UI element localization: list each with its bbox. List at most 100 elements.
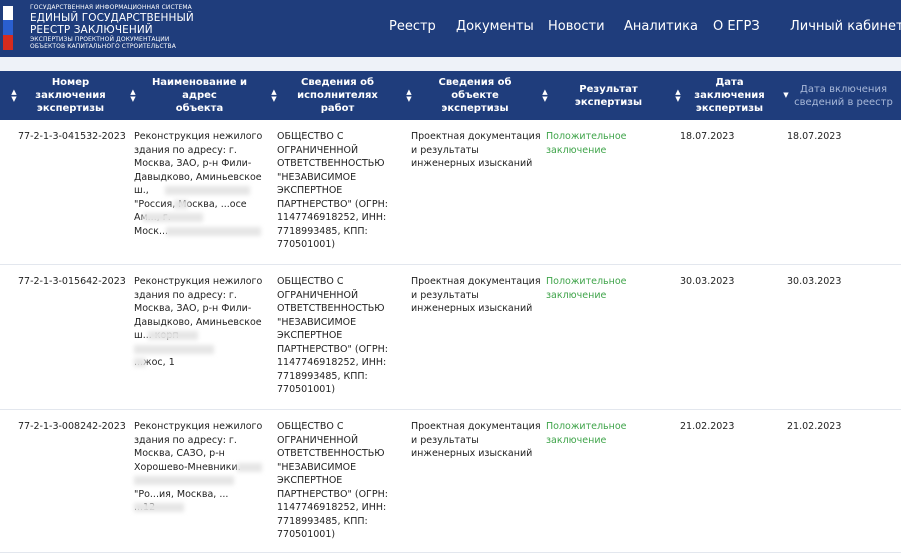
cell-line: 7718993485, КПП: (277, 515, 368, 527)
cell-result: Положительное заключение (546, 420, 627, 447)
column-header-object-line1: Сведения об объекте (438, 77, 512, 101)
cell-line: ЭКСПЕРТНОЕ (277, 475, 343, 486)
cell-line: "Ро...ия, Москва, ... (134, 488, 229, 500)
cell-line: и результаты (411, 289, 479, 301)
cell-line: инженерных изысканий (411, 303, 533, 314)
cell-line: Реконструкция нежилого (134, 131, 263, 142)
cell-line: ОБЩЕСТВО С (277, 276, 344, 287)
cell-line: ОГРАНИЧЕННОЙ (277, 144, 359, 156)
table-row[interactable]: 77-2-1-3-015642-2023 Реконструкция нежило… (0, 265, 901, 410)
column-header-concl-date-line1: Дата заключения (694, 77, 765, 101)
cell-object: Проектная документация и результаты инжене… (411, 130, 541, 171)
redacted-text-mask (165, 186, 250, 195)
column-header-result-label: Результат экспертизы (574, 83, 643, 108)
redacted-text-mask (174, 199, 188, 209)
redacted-text-mask (143, 213, 203, 222)
nav-documents[interactable]: Документы (456, 19, 534, 37)
cell-line: 770501001) (277, 529, 336, 540)
logo-title-line-2: РЕЕСТР ЗАКЛЮЧЕНИЙ (30, 24, 153, 36)
cell-line: Хорошево-Мневники. (134, 461, 262, 475)
cell-object: Проектная документация и результаты инжене… (411, 420, 541, 461)
cell-date-incl: 21.02.2023 (787, 421, 842, 432)
header-spacer (0, 57, 901, 71)
column-header-concl-date-line2: экспертизы (695, 103, 764, 114)
cell-line: ш., (134, 184, 262, 198)
redacted-text-mask (148, 331, 198, 340)
sort-icon: ▲ ▼ (406, 87, 412, 103)
cell-line: Положительное (546, 421, 627, 432)
nav-personal-account[interactable]: Личный кабинет (790, 19, 901, 37)
cell-line: заключение (546, 434, 607, 446)
cell-number[interactable]: 77-2-1-3-015642-2023 (18, 275, 126, 289)
cell-line: Положительное (546, 131, 627, 142)
cell-line: ОБЩЕСТВО С (277, 131, 344, 142)
cell-line: ПАРТНЕРСТВО" (ОГРН: (277, 343, 388, 355)
cell-date-concl: 30.03.2023 (680, 276, 735, 287)
cell-line: Москва, ЗАО, р-н Фили- (134, 158, 252, 169)
nav-about-egrz[interactable]: О ЕГРЗ (713, 19, 760, 37)
column-header-executors-line1: Сведения об (301, 77, 374, 88)
cell-line: 1147746918252, ИНН: (277, 357, 387, 368)
cell-line: инженерных изысканий (411, 448, 533, 459)
cell-line: ОТВЕТСТВЕННОСТЬЮ (277, 158, 385, 169)
column-header-result[interactable]: ▲ ▼ Результат экспертизы (541, 71, 665, 120)
cell-line: "Россия, Москва, ...осе (134, 198, 247, 210)
column-header-name-line2: объекта (175, 103, 224, 114)
cell-executor: ОБЩЕСТВО С ОГРАНИЧЕННОЙ ОТВЕТСТВЕННОСТЬЮ "Н… (277, 275, 388, 397)
cell-line: 770501001) (277, 239, 336, 250)
column-header-incl-date-line1: Дата включения (800, 83, 887, 95)
nav-analytics[interactable]: Аналитика (624, 19, 698, 37)
column-header-name-address[interactable]: ▲ ▼ Наименование и адрес объекта (129, 71, 259, 120)
cell-line: Москва, САЗО, р-н (134, 448, 225, 459)
column-header-number-line2: экспертизы (36, 103, 105, 114)
column-header-number[interactable]: ▲ ▼ Номер заключения экспертизы (10, 71, 120, 120)
cell-line: ЭКСПЕРТНОЕ (277, 330, 343, 341)
sort-desc-icon: ▼ (783, 91, 789, 99)
redacted-text-mask (237, 462, 262, 472)
logo-title-line-1: ЕДИНЫЙ ГОСУДАРСТВЕННЫЙ (30, 12, 194, 24)
column-header-incl-date-line2: сведений в реестр (794, 96, 893, 108)
cell-line: ш... корп (134, 329, 262, 343)
column-header-executors[interactable]: ▲ ▼ Сведения об исполнителях работ (270, 71, 394, 120)
sort-icon: ▲ ▼ (542, 87, 548, 103)
nav-news[interactable]: Новости (548, 19, 605, 37)
cell-line: заключение (546, 289, 607, 301)
egrz-logo[interactable]: ГОСУДАРСТВЕННАЯ ИНФОРМАЦИОННАЯ СИСТЕМА Е… (30, 4, 194, 50)
russian-flag-icon (3, 6, 13, 50)
cell-line: ЭКСПЕРТНОЕ (277, 185, 343, 196)
sort-icon: ▲ ▼ (11, 87, 17, 103)
cell-line: ОГРАНИЧЕННОЙ (277, 289, 359, 301)
cell-line: "НЕЗАВИСИМОЕ (277, 461, 357, 473)
cell-number[interactable]: 77-2-1-3-008242-2023 (18, 420, 126, 434)
table-row[interactable]: 77-2-1-3-041532-2023 Реконструкция нежило… (0, 120, 901, 265)
redacted-text-mask (134, 344, 214, 354)
cell-line: "НЕЗАВИСИМОЕ (277, 316, 357, 328)
cell-line: 1147746918252, ИНН: (277, 502, 387, 513)
logo-subtitle-line-1: ЭКСПЕРТИЗЫ ПРОЕКТНОЙ ДОКУМЕНТАЦИИ (30, 36, 170, 43)
cell-line: и результаты (411, 434, 479, 446)
cell-line: и результаты (411, 144, 479, 156)
cell-line: ОТВЕТСТВЕННОСТЬЮ (277, 448, 385, 459)
cell-line: Проектная документация (411, 131, 541, 142)
redacted-text-mask (134, 476, 234, 485)
sort-icon: ▲ ▼ (130, 87, 136, 103)
cell-date-concl: 21.02.2023 (680, 421, 735, 432)
cell-line: здания по адресу: г. (134, 144, 237, 156)
cell-line: заключение (546, 144, 607, 156)
column-header-object-line2: экспертизы (441, 103, 509, 114)
cell-executor: ОБЩЕСТВО С ОГРАНИЧЕННОЙ ОТВЕТСТВЕННОСТЬЮ "Н… (277, 420, 388, 542)
table-row[interactable]: 77-2-1-3-008242-2023 Реконструкция нежило… (0, 410, 901, 553)
logo-system-caption: ГОСУДАРСТВЕННАЯ ИНФОРМАЦИОННАЯ СИСТЕМА (30, 4, 192, 11)
cell-line: здания по адресу: г. (134, 434, 237, 446)
column-header-object[interactable]: ▲ ▼ Сведения об объекте экспертизы (405, 71, 534, 120)
redacted-text-mask (134, 503, 184, 512)
column-header-conclusion-date[interactable]: ▲ ▼ Дата заключения экспертизы (674, 71, 774, 120)
cell-object: Проектная документация и результаты инжене… (411, 275, 541, 316)
cell-line: Моск... (134, 225, 262, 239)
nav-registry[interactable]: Реестр (389, 19, 436, 37)
column-header-inclusion-date[interactable]: ▼ Дата включения сведений в реестр (782, 71, 894, 120)
cell-line: ОБЩЕСТВО С (277, 421, 344, 432)
cell-executor: ОБЩЕСТВО С ОГРАНИЧЕННОЙ ОТВЕТСТВЕННОСТЬЮ "Н… (277, 130, 388, 252)
cell-name: Реконструкция нежилого здания по адресу: … (134, 275, 262, 370)
cell-number[interactable]: 77-2-1-3-041532-2023 (18, 130, 126, 144)
